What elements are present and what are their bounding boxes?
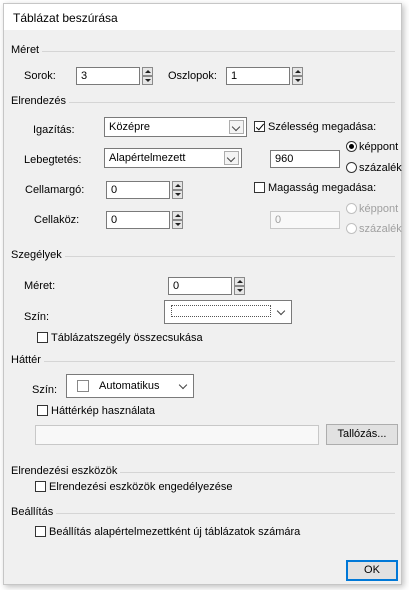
width-checkbox-label[interactable]: Szélesség megadása: xyxy=(268,121,376,133)
layout-tools-checkbox[interactable] xyxy=(35,481,46,492)
set-default-checkbox[interactable] xyxy=(35,526,46,537)
browse-button[interactable]: Tallózás... xyxy=(326,424,398,445)
background-color-label: Szín: xyxy=(32,384,58,396)
padding-spinner[interactable] xyxy=(172,181,183,199)
cols-input[interactable]: 1 xyxy=(226,67,290,85)
section-title-layout-tools: Elrendezési eszközök xyxy=(11,465,121,477)
height-input[interactable]: 0 xyxy=(270,211,340,229)
section-divider xyxy=(11,361,395,362)
border-size-spinner[interactable] xyxy=(234,277,245,295)
color-swatch xyxy=(171,305,271,317)
spacing-label: Cellaköz: xyxy=(34,214,80,226)
section-divider xyxy=(11,513,395,514)
chevron-down-icon[interactable] xyxy=(276,306,286,316)
background-image-path-input[interactable] xyxy=(35,425,319,445)
spinner-up-icon[interactable] xyxy=(234,277,245,286)
cols-spinner[interactable] xyxy=(292,67,303,85)
border-color-label: Szín: xyxy=(24,311,50,323)
height-unit-px-label[interactable]: képpont xyxy=(359,203,398,215)
spinner-up-icon[interactable] xyxy=(172,181,183,190)
padding-label: Cellamargó: xyxy=(25,184,85,196)
chevron-down-icon[interactable] xyxy=(224,151,239,165)
background-image-label[interactable]: Háttérkép használata xyxy=(51,405,155,417)
title-bar[interactable]: Táblázat beszúrása xyxy=(4,4,401,30)
layout-tools-label[interactable]: Elrendezési eszközök engedélyezése xyxy=(49,481,232,493)
section-title-layout: Elrendezés xyxy=(11,95,70,107)
float-select[interactable]: Alapértelmezett xyxy=(104,148,242,168)
color-swatch xyxy=(77,380,89,392)
chevron-down-icon[interactable] xyxy=(178,380,188,390)
border-size-label: Méret: xyxy=(24,280,56,292)
padding-input[interactable]: 0 xyxy=(106,181,170,199)
set-default-label[interactable]: Beállítás alapértelmezettként új tábláza… xyxy=(49,526,300,538)
section-divider xyxy=(11,256,395,257)
cols-label: Oszlopok: xyxy=(168,70,217,82)
section-title-size: Méret xyxy=(11,44,43,56)
spinner-up-icon[interactable] xyxy=(142,67,153,76)
collapse-border-checkbox[interactable] xyxy=(37,332,48,343)
spinner-down-icon[interactable] xyxy=(172,220,183,229)
rows-input[interactable]: 3 xyxy=(76,67,140,85)
section-title-settings: Beállítás xyxy=(11,506,57,518)
background-image-checkbox[interactable] xyxy=(37,405,48,416)
section-title-borders: Szegélyek xyxy=(11,249,65,261)
width-unit-px-radio[interactable] xyxy=(346,141,357,152)
width-checkbox[interactable] xyxy=(254,121,265,132)
spacing-spinner[interactable] xyxy=(172,211,183,229)
dialog-title: Táblázat beszúrása xyxy=(13,11,118,25)
section-title-background: Háttér xyxy=(11,354,44,366)
background-color-select[interactable]: Automatikus xyxy=(66,374,194,398)
height-checkbox[interactable] xyxy=(254,182,265,193)
align-label: Igazítás: xyxy=(33,124,75,136)
align-select[interactable]: Középre xyxy=(104,117,247,137)
height-unit-px-radio[interactable] xyxy=(346,203,357,214)
height-checkbox-label[interactable]: Magasság megadása: xyxy=(268,182,376,194)
ok-button[interactable]: OK xyxy=(346,560,398,581)
spinner-down-icon[interactable] xyxy=(172,190,183,199)
spacing-input[interactable]: 0 xyxy=(106,211,170,229)
spinner-up-icon[interactable] xyxy=(292,67,303,76)
height-unit-pct-radio[interactable] xyxy=(346,223,357,234)
border-size-input[interactable]: 0 xyxy=(168,277,232,295)
chevron-down-icon[interactable] xyxy=(229,120,244,134)
collapse-border-label[interactable]: Táblázatszegély összecsukása xyxy=(51,332,203,344)
spinner-up-icon[interactable] xyxy=(172,211,183,220)
width-unit-pct-radio[interactable] xyxy=(346,162,357,173)
width-unit-px-label[interactable]: képpont xyxy=(359,141,398,153)
section-divider xyxy=(11,51,395,52)
width-input[interactable]: 960 xyxy=(270,150,340,168)
rows-spinner[interactable] xyxy=(142,67,153,85)
height-unit-pct-label[interactable]: százalék xyxy=(359,223,402,235)
border-color-select[interactable] xyxy=(164,300,292,324)
width-unit-pct-label[interactable]: százalék xyxy=(359,162,402,174)
rows-label: Sorok: xyxy=(24,70,56,82)
spinner-down-icon[interactable] xyxy=(234,286,245,295)
spinner-down-icon[interactable] xyxy=(292,76,303,85)
insert-table-dialog: Táblázat beszúrása Méret Sorok: 3 Oszlop… xyxy=(3,3,402,585)
spinner-down-icon[interactable] xyxy=(142,76,153,85)
float-label: Lebegtetés: xyxy=(24,154,82,166)
